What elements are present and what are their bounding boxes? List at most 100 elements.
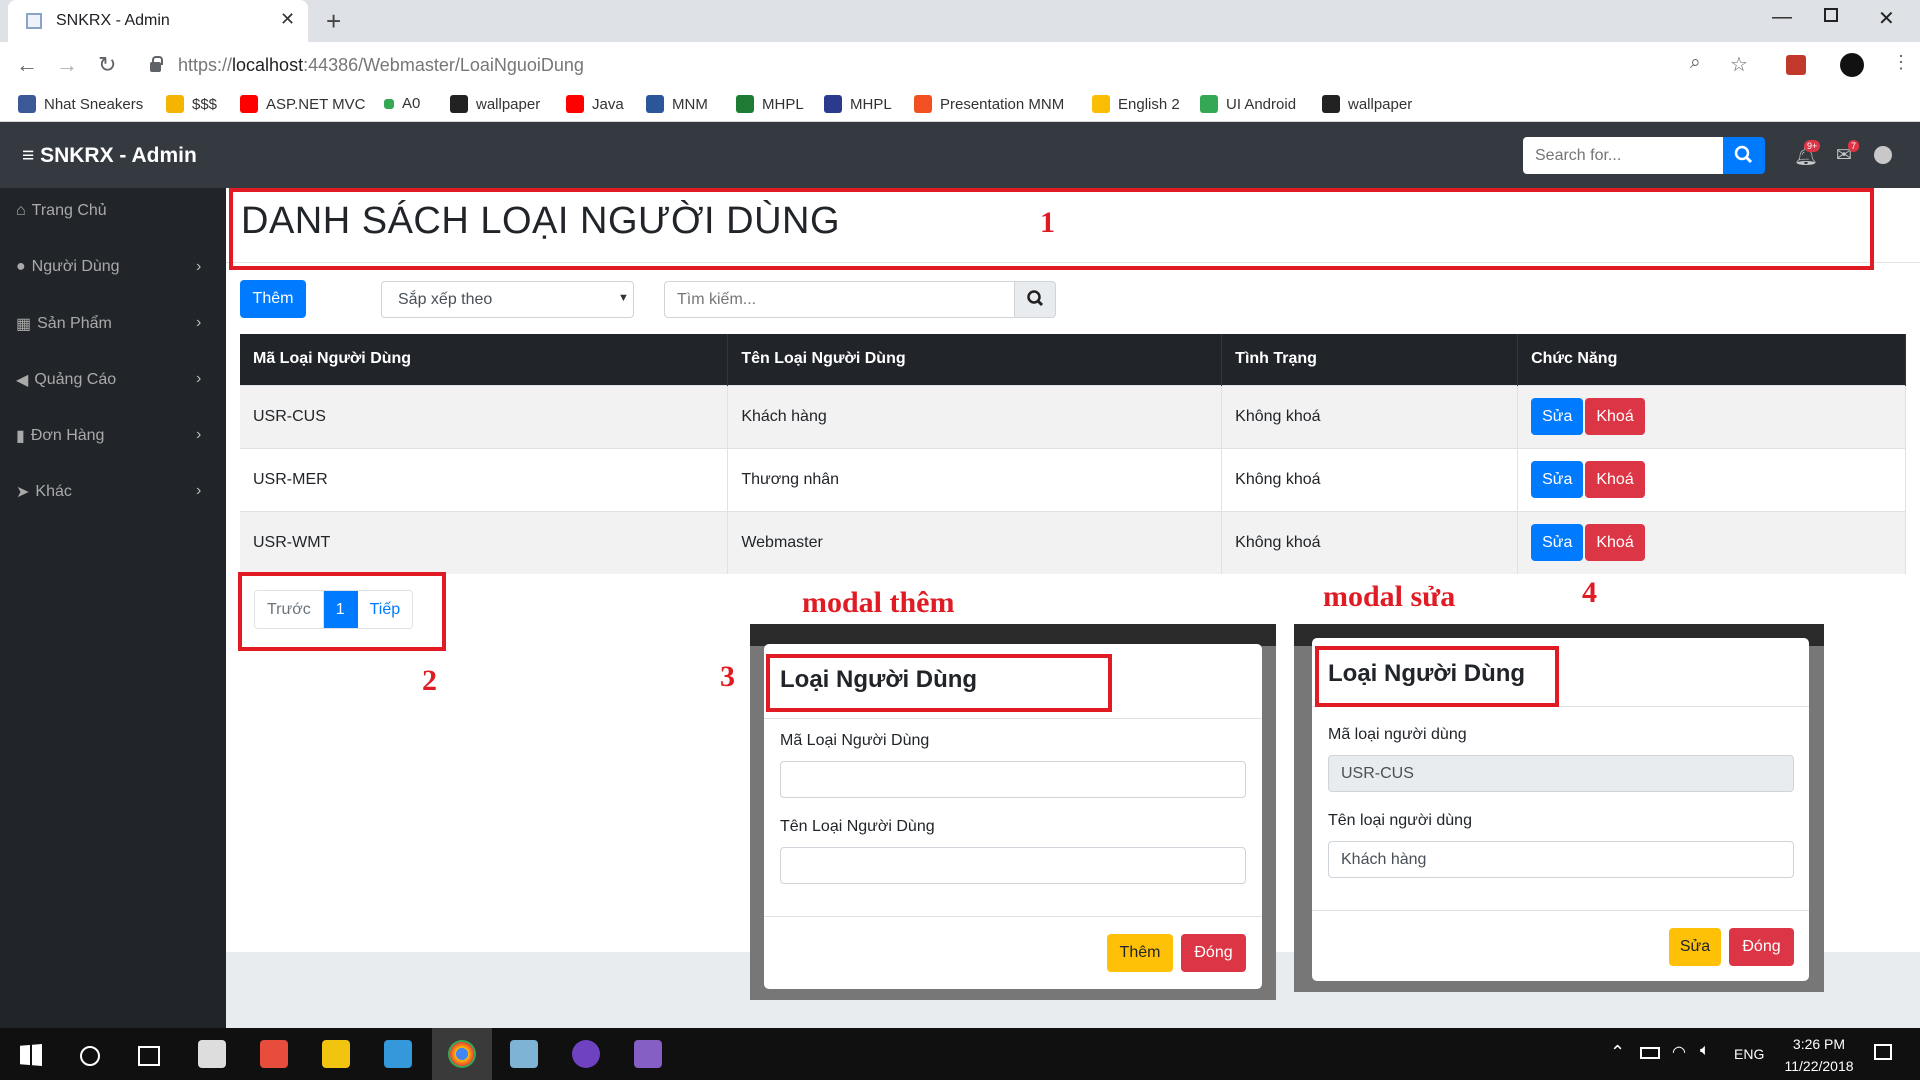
row-actions: Sửa Khoá — [1517, 384, 1906, 448]
annotation-box-2 — [238, 572, 446, 651]
bookmark-item[interactable]: ASP.NET MVC — [240, 95, 365, 113]
new-tab-button[interactable]: + — [326, 6, 341, 37]
user-circle-icon[interactable] — [1874, 146, 1892, 164]
notifications-icon[interactable] — [1874, 1044, 1892, 1060]
column-header: Tình Trạng — [1221, 334, 1519, 385]
envelope-icon[interactable]: ✉ 7 — [1836, 140, 1860, 167]
drive-icon — [1092, 95, 1110, 113]
restore-icon[interactable] — [1824, 8, 1838, 22]
user-type-name: Thương nhân — [727, 447, 1223, 511]
table-search-input[interactable] — [664, 281, 1015, 318]
reload-icon[interactable]: ↻ — [98, 52, 116, 78]
editor-app-icon[interactable] — [510, 1040, 538, 1068]
home-icon: ⌂ — [16, 202, 26, 219]
wifi-icon[interactable]: ◠ — [1672, 1042, 1686, 1062]
bookmark-item[interactable]: English 2 — [1092, 95, 1180, 113]
clock-date[interactable]: 11/22/2018 — [1774, 1058, 1864, 1074]
table-row: USR-CUS Khách hàng Không khoá Sửa Khoá — [240, 384, 1906, 448]
bookmarks-bar: Nhat Sneakers $$$ ASP.NET MVC A0 wallpap… — [0, 88, 1920, 122]
bookmark-item[interactable]: wallpaper — [450, 95, 540, 113]
modal-edit-caption: modal sửa — [1323, 580, 1456, 613]
bookmark-item[interactable]: MNM — [646, 95, 708, 113]
visual-studio-icon[interactable] — [634, 1040, 662, 1068]
camera-app-icon[interactable] — [198, 1040, 226, 1068]
column-header: Tên Loại Người Dùng — [727, 334, 1223, 385]
modal-add-code-input[interactable] — [780, 761, 1246, 798]
modal-edit-code-label: Mã loại người dùng — [1328, 726, 1467, 743]
profile-avatar[interactable] — [1840, 53, 1864, 77]
brand-logo[interactable]: ≡ SNKRX - Admin — [22, 144, 197, 168]
lock-button[interactable]: Khoá — [1585, 524, 1645, 562]
bookmark-item[interactable]: wallpaper — [1322, 95, 1412, 113]
sidebar-item-san-pham[interactable]: ▦ Sản Phẩm — [16, 314, 112, 334]
add-button[interactable]: Thêm — [240, 280, 306, 318]
windows-start-icon[interactable] — [20, 1044, 42, 1066]
snipping-tool-icon[interactable] — [260, 1040, 288, 1068]
bookmark-item[interactable]: MHPL — [824, 95, 892, 113]
media-player-icon[interactable] — [384, 1040, 412, 1068]
extension-icon[interactable] — [1786, 55, 1806, 75]
bookmark-item[interactable]: Nhat Sneakers — [18, 95, 143, 113]
lock-button[interactable]: Khoá — [1585, 398, 1645, 435]
annotation-number-2: 2 — [422, 664, 437, 697]
address-bar[interactable]: https://localhost:44386/Webmaster/LoaiNg… — [138, 49, 1768, 81]
drive-icon — [166, 95, 184, 113]
bookmark-item[interactable]: $$$ — [166, 95, 217, 113]
youtube-icon — [566, 95, 584, 113]
sort-select[interactable]: Sắp xếp theo ▼ — [381, 281, 634, 318]
minimize-icon[interactable]: — — [1772, 6, 1792, 29]
zoom-icon[interactable]: ⌕ — [1690, 52, 1701, 74]
paper-plane-icon: ➤ — [16, 484, 30, 501]
edit-button[interactable]: Sửa — [1531, 461, 1584, 498]
message-badge: 7 — [1848, 140, 1860, 152]
volume-icon[interactable]: 🔈︎ — [1700, 1042, 1710, 1060]
edit-button[interactable]: Sửa — [1531, 524, 1584, 562]
navbar-search-input[interactable] — [1523, 137, 1723, 174]
bookmark-item[interactable]: Java — [566, 95, 624, 113]
page-favicon-icon — [26, 13, 42, 29]
language-indicator[interactable]: ENG — [1734, 1046, 1764, 1062]
cortana-icon[interactable] — [80, 1046, 100, 1066]
bell-icon[interactable]: 🔔︎ 9+ — [1794, 140, 1821, 168]
navbar-search-button[interactable] — [1723, 137, 1765, 174]
chrome-icon[interactable] — [448, 1040, 476, 1068]
battery-icon[interactable] — [1640, 1047, 1660, 1059]
sidebar-item-nguoi-dung[interactable]: ● Người Dùng — [16, 258, 120, 276]
sidebar-item-trang-chu[interactable]: ⌂ Trang Chủ — [16, 202, 107, 220]
table-row: USR-WMT Webmaster Không khoá Sửa Khoá — [240, 510, 1906, 574]
tab-title: SNKRX - Admin — [56, 12, 170, 29]
modal-edit-submit-button[interactable]: Sửa — [1669, 928, 1721, 966]
annotation-box-3 — [766, 654, 1112, 712]
modal-add-name-input[interactable] — [780, 847, 1246, 884]
back-arrow-icon[interactable]: ← — [16, 52, 38, 78]
lock-button[interactable]: Khoá — [1585, 461, 1645, 498]
bookmark-item[interactable]: MHPL — [736, 95, 804, 113]
modal-add-submit-button[interactable]: Thêm — [1107, 934, 1173, 972]
sidebar-item-khac[interactable]: ➤ Khác — [16, 482, 72, 502]
bookmark-item[interactable]: A0 — [384, 95, 420, 112]
bookmark-item[interactable]: UI Android — [1200, 95, 1296, 113]
modal-edit-name-input[interactable] — [1328, 841, 1794, 878]
modal-edit-close-button[interactable]: Đóng — [1729, 928, 1794, 966]
browser-menu-icon[interactable]: ⋮ — [1892, 52, 1910, 73]
browser-tab[interactable]: SNKRX - Admin ✕ — [8, 0, 308, 42]
sidebar-item-don-hang[interactable]: ▮ Đơn Hàng — [16, 426, 104, 446]
clock-time[interactable]: 3:26 PM — [1786, 1036, 1852, 1052]
file-explorer-icon[interactable] — [322, 1040, 350, 1068]
tab-close-icon[interactable]: ✕ — [280, 9, 295, 30]
forward-arrow-icon[interactable]: → — [56, 52, 78, 78]
chevron-up-icon[interactable]: ⌃ — [1610, 1042, 1625, 1063]
modal-add-close-button[interactable]: Đóng — [1181, 934, 1246, 972]
window-close-icon[interactable]: ✕ — [1878, 6, 1895, 31]
bookmark-star-icon[interactable]: ☆ — [1730, 52, 1748, 77]
sidebar-item-quang-cao[interactable]: ◀ Quảng Cáo — [16, 370, 116, 390]
github-desktop-icon[interactable] — [572, 1040, 600, 1068]
modal-edit-code-input[interactable] — [1328, 755, 1794, 792]
edit-button[interactable]: Sửa — [1531, 398, 1584, 435]
table-header-row: Mã Loại Người Dùng Tên Loại Người Dùng T… — [240, 334, 1906, 385]
task-view-icon[interactable] — [138, 1046, 160, 1066]
table-search-button[interactable] — [1014, 281, 1056, 318]
bookmark-item[interactable]: Presentation MNM — [914, 95, 1064, 113]
windows-taskbar — [0, 1028, 1920, 1080]
modal-footer-divider — [1312, 910, 1809, 911]
